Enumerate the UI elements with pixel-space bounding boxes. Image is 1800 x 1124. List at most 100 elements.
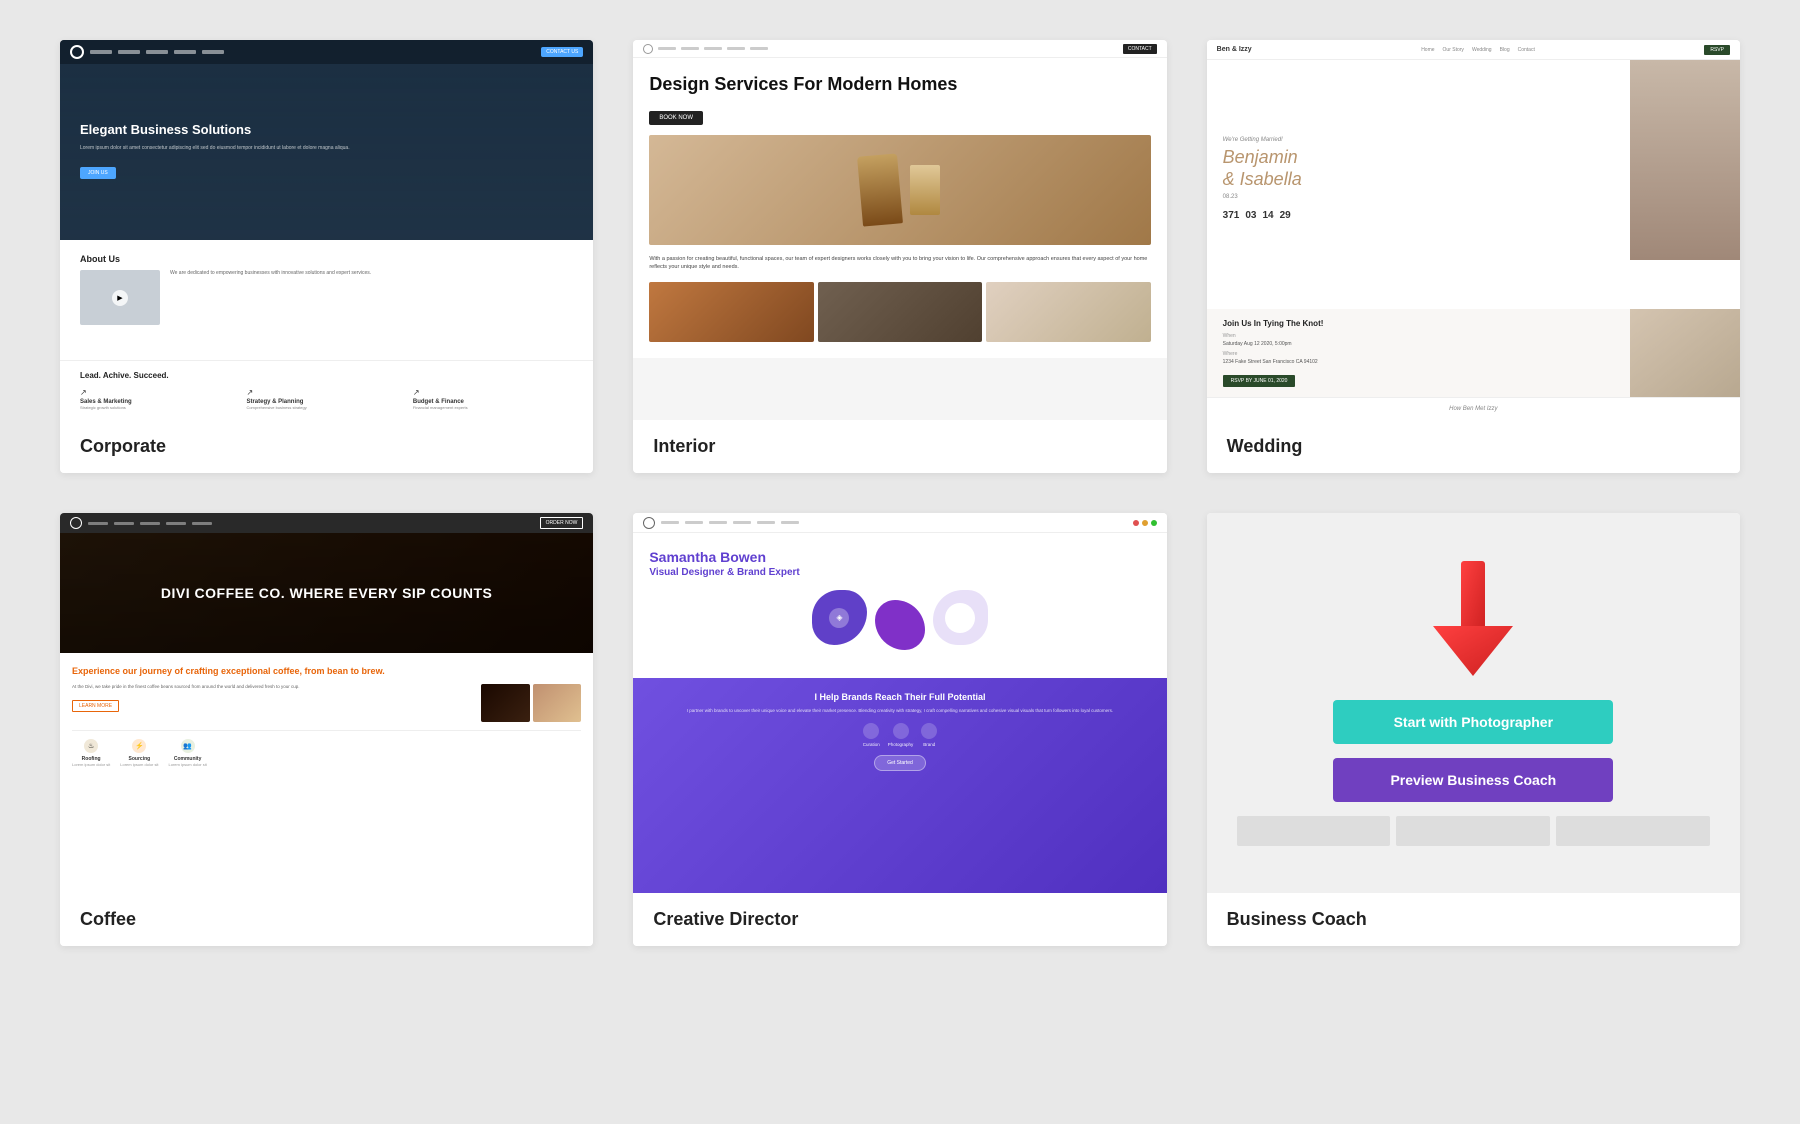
coffee-icon-community: 👥 Community Lorem ipsum dolor sit <box>169 739 207 767</box>
blob-1: ◈ <box>812 590 867 645</box>
coffee-images <box>481 684 581 722</box>
preview-interior: CONTACT Design Services For Modern Homes… <box>633 40 1166 420</box>
countdown-num: 03 <box>1245 210 1256 221</box>
service-icon-1 <box>863 723 879 739</box>
nav-link <box>727 47 745 50</box>
nav-link: Wedding <box>1472 47 1492 53</box>
creative-nav-links <box>661 521 799 524</box>
corporate-stats-grid: ↗ Sales & Marketing Strategic growth sol… <box>80 388 573 410</box>
nav-link <box>681 47 699 50</box>
service-name-1: Curation <box>863 742 880 747</box>
creative-nav-dots <box>1133 520 1157 526</box>
card-label-interior: Interior <box>633 420 1166 473</box>
creative-services: Curation Photography Brand <box>647 723 1152 747</box>
gallery-image-1 <box>649 282 813 342</box>
wedding-rsvp-btn[interactable]: RSVP BY JUNE 01, 2020 <box>1223 375 1296 387</box>
gallery-image-2 <box>818 282 982 342</box>
coffee-icons-row: ♨ Roofing Lorem ipsum dolor sit ⚡ Sourci… <box>72 730 581 767</box>
wedding-nav-btn[interactable]: RSVP <box>1704 45 1730 55</box>
coffee-link-btn[interactable]: LEARN MORE <box>72 700 119 712</box>
wedding-names: Benjamin& Isabella <box>1223 147 1614 190</box>
nav-link <box>658 47 676 50</box>
corporate-stats: Lead. Achive. Succeed. ↗ Sales & Marketi… <box>60 360 593 420</box>
creative-cta-btn[interactable]: Get Started <box>874 755 926 771</box>
corporate-about: About Us ▶ We are dedicated to empowerin… <box>60 240 593 360</box>
nav-link <box>733 521 751 524</box>
coffee-icon-desc-1: Lorem ipsum dolor sit <box>72 762 110 767</box>
nav-link <box>192 522 212 525</box>
stat-desc: Strategic growth solutions <box>80 405 240 410</box>
arrow-icon <box>1433 561 1513 681</box>
preview-corporate: CONTACT US Elegant Business Solutions Lo… <box>60 40 593 420</box>
nav-link <box>661 521 679 524</box>
wedding-where-value: 1234 Fake Street San Francisco CA 94102 <box>1223 359 1614 365</box>
stat-arrow: ↗ <box>246 388 406 397</box>
preview-business-coach-button[interactable]: Preview Business Coach <box>1333 758 1613 802</box>
coffee-icon-desc-3: Lorem ipsum dolor sit <box>169 762 207 767</box>
corporate-hero-btn[interactable]: JOIN US <box>80 167 116 179</box>
nav-link <box>140 522 160 525</box>
corporate-about-row: ▶ We are dedicated to empowering busines… <box>80 270 573 325</box>
dot-red <box>1133 520 1139 526</box>
interior-nav-btn[interactable]: CONTACT <box>1123 44 1157 54</box>
card-interior: CONTACT Design Services For Modern Homes… <box>633 40 1166 473</box>
corporate-hero: CONTACT US Elegant Business Solutions Lo… <box>60 40 593 240</box>
nav-link: Contact <box>1518 47 1535 53</box>
wedding-when-value: Saturday Aug 12 2020, 5:00pm <box>1223 341 1614 347</box>
wedding-bottom: Join Us In Tying The Knot! When Saturday… <box>1207 309 1740 397</box>
wedding-photo-right <box>1630 60 1740 309</box>
play-icon[interactable]: ▶ <box>112 290 128 306</box>
coffee-icon-3: 👥 <box>181 739 195 753</box>
nav-link <box>146 50 168 54</box>
dot-green <box>1151 520 1157 526</box>
interior-nav: CONTACT <box>633 40 1166 58</box>
nav-link: Blog <box>1500 47 1510 53</box>
interior-logo <box>643 44 653 54</box>
wedding-nav-links: Home Our Story Wedding Blog Contact <box>1421 47 1535 53</box>
coffee-body: Experience our journey of crafting excep… <box>60 653 593 893</box>
nav-link <box>750 47 768 50</box>
coffee-text-column: At the Divi, we take pride in the finest… <box>72 684 475 722</box>
wedding-invite-title: Join Us In Tying The Knot! <box>1223 319 1614 329</box>
nav-link <box>704 47 722 50</box>
start-photographer-button[interactable]: Start with Photographer <box>1333 700 1613 744</box>
side-table <box>910 165 940 215</box>
coffee-nav: ORDER NOW <box>60 513 593 533</box>
service-name-2: Photography <box>888 742 914 747</box>
interior-btn[interactable]: BOOK NOW <box>649 111 703 125</box>
card-business-coach: Start with Photographer Preview Business… <box>1207 513 1740 946</box>
nav-link <box>118 50 140 54</box>
creative-service-2: Photography <box>888 723 914 747</box>
corporate-logo <box>70 45 84 59</box>
blob-inner <box>945 603 975 633</box>
card-label-corporate: Corporate <box>60 420 593 473</box>
wedding-content: We're Getting Married! Benjamin& Isabell… <box>1207 60 1740 309</box>
stat-desc: Comprehensive business strategy <box>246 405 406 410</box>
service-name-3: Brand <box>923 742 935 747</box>
nav-link <box>781 521 799 524</box>
coffee-icon-2: ⚡ <box>132 739 146 753</box>
corporate-nav-btn[interactable]: CONTACT US <box>541 47 583 57</box>
corporate-hero-text: Lorem ipsum dolor sit amet consectetur a… <box>80 145 573 153</box>
creative-service-1: Curation <box>863 723 880 747</box>
corporate-stat: ↗ Budget & Finance Financial management … <box>413 388 573 410</box>
interior-nav-links <box>658 47 768 50</box>
card-corporate: CONTACT US Elegant Business Solutions Lo… <box>60 40 593 473</box>
nav-link <box>114 522 134 525</box>
card-label-wedding: Wedding <box>1207 420 1740 473</box>
wedding-left-column: We're Getting Married! Benjamin& Isabell… <box>1207 60 1630 309</box>
coffee-icon-1: ♨ <box>84 739 98 753</box>
coffee-image-2 <box>533 684 582 722</box>
chair-decoration <box>857 153 903 226</box>
corporate-about-text: We are dedicated to empowering businesse… <box>170 270 371 325</box>
template-grid: CONTACT US Elegant Business Solutions Lo… <box>60 40 1740 946</box>
creative-lower-text: I partner with brands to uncover their u… <box>647 708 1152 715</box>
countdown-num: 14 <box>1262 210 1273 221</box>
countdown-num: 29 <box>1280 210 1291 221</box>
countdown-minutes: 14 <box>1262 210 1273 221</box>
coffee-nav-btn[interactable]: ORDER NOW <box>540 517 584 529</box>
preview-tile-3 <box>1556 816 1710 846</box>
corporate-about-image: ▶ <box>80 270 160 325</box>
coffee-hero: DIVI COFFEE CO. WHERE EVERY SIP COUNTS <box>60 533 593 653</box>
corporate-stats-title: Lead. Achive. Succeed. <box>80 371 573 380</box>
